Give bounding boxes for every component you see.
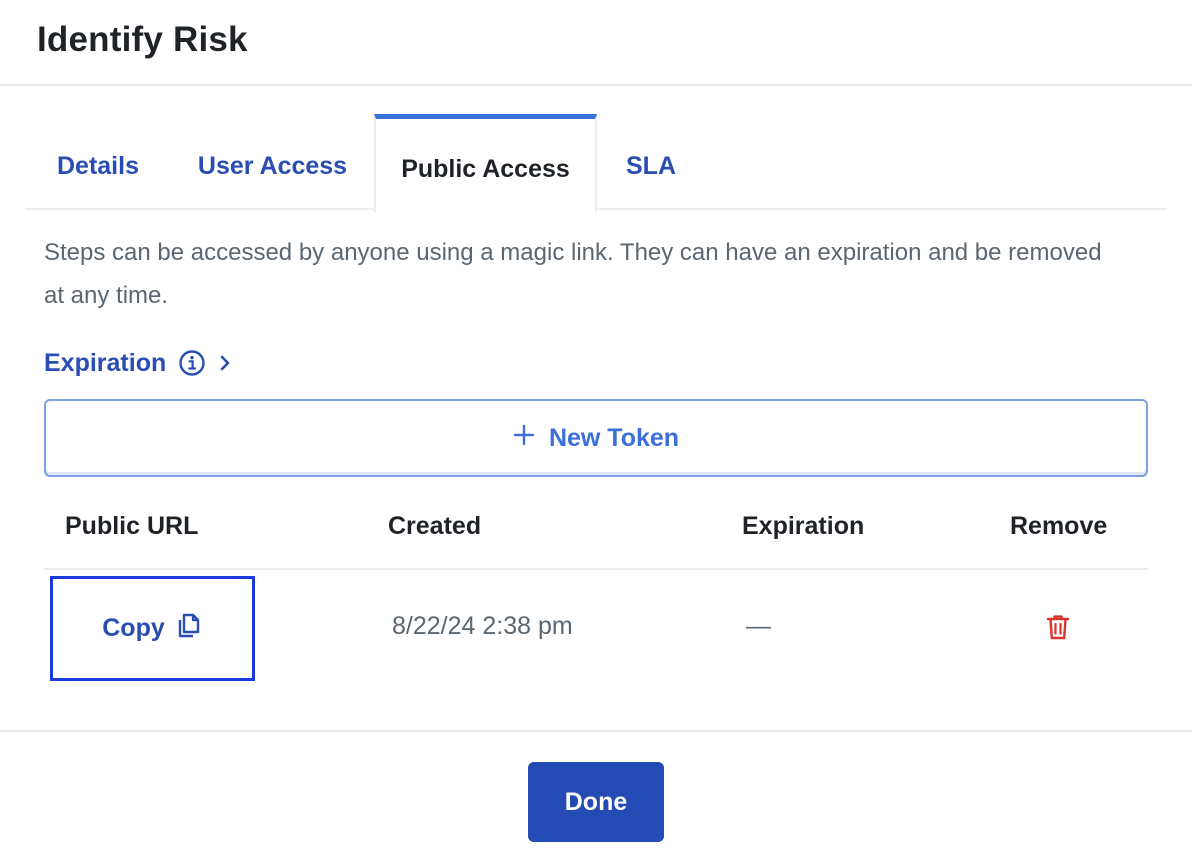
tokens-table-header: Public URL Created Expiration Remove <box>44 484 1148 570</box>
dialog-header: Identify Risk <box>0 0 1192 86</box>
copy-icon <box>177 611 203 646</box>
tab-details[interactable]: Details <box>25 114 171 210</box>
trash-icon[interactable] <box>1046 614 1070 646</box>
dialog-footer: Done <box>0 730 1192 864</box>
info-icon[interactable] <box>178 349 206 377</box>
identify-risk-dialog: Identify Risk Details User Access Public… <box>0 0 1192 864</box>
expiration-value: — <box>746 612 771 640</box>
new-token-label: New Token <box>548 423 680 452</box>
column-remove: Remove <box>1010 512 1108 540</box>
copy-label: Copy <box>102 614 165 642</box>
chevron-right-icon <box>218 354 232 372</box>
tab-sla[interactable]: SLA <box>597 114 705 210</box>
tab-bar: Details User Access Public Access SLA <box>25 114 1167 212</box>
done-button[interactable]: Done <box>528 762 664 842</box>
table-row: Copy 8/22/24 2:38 pm — <box>44 572 1148 684</box>
tab-public-access[interactable]: Public Access <box>374 114 597 212</box>
expiration-toggle[interactable]: Expiration <box>44 344 232 382</box>
copy-url-button[interactable]: Copy <box>50 576 255 681</box>
expiration-label: Expiration <box>44 348 167 377</box>
column-created: Created <box>388 512 482 540</box>
dialog-title: Identify Risk <box>37 20 248 59</box>
created-value: 8/22/24 2:38 pm <box>392 612 573 640</box>
new-token-button[interactable]: New Token <box>44 399 1148 477</box>
tab-user-access[interactable]: User Access <box>171 114 374 210</box>
plus-icon <box>513 424 535 453</box>
column-expiration: Expiration <box>742 512 865 540</box>
column-public-url: Public URL <box>65 512 199 540</box>
public-access-description: Steps can be accessed by anyone using a … <box>44 239 1102 309</box>
